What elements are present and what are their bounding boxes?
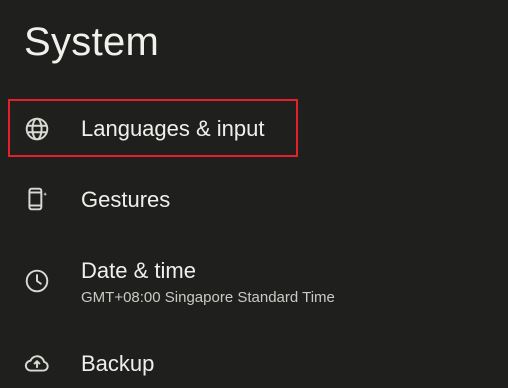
settings-item-backup[interactable]: Backup [0, 336, 508, 388]
globe-icon [24, 116, 50, 142]
settings-item-gestures[interactable]: Gestures [0, 172, 508, 228]
page-title: System [24, 20, 160, 64]
settings-item-label: Date & time [81, 258, 196, 283]
settings-item-date-time[interactable]: Date & time GMT+08:00 Singapore Standard… [0, 250, 508, 314]
settings-item-languages-input[interactable]: Languages & input [0, 100, 508, 156]
settings-item-summary: GMT+08:00 Singapore Standard Time [81, 289, 335, 306]
settings-item-label: Gestures [81, 187, 171, 212]
settings-item-label: Languages & input [81, 116, 265, 141]
clock-icon [24, 268, 50, 294]
cloud-upload-icon [24, 350, 50, 376]
phone-gesture-icon [24, 186, 50, 212]
settings-item-label: Backup [81, 351, 155, 376]
